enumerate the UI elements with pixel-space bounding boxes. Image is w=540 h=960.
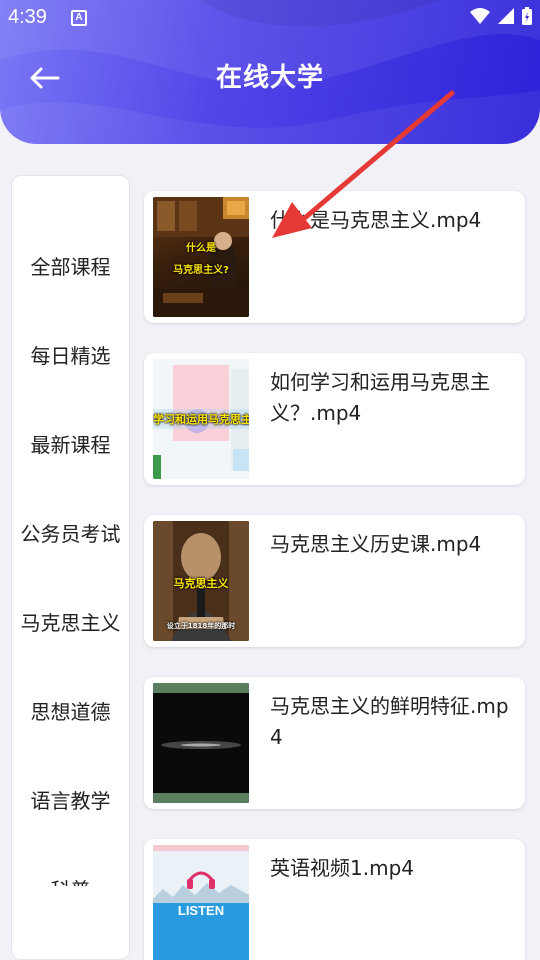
thumbnail-image [153, 683, 249, 803]
thumbnail-caption: 马克思主义? [173, 265, 229, 276]
video-card[interactable]: 什么是 马克思主义? 什么是马克思主义.mp4 [144, 191, 525, 323]
video-title: 马克思主义历史课.mp4 [270, 532, 482, 556]
video-card[interactable]: 马克思主义 设立于1818年的那时 马克思主义历史课.mp4 [144, 515, 525, 647]
video-thumbnail: 学习和运用马克思主 [153, 359, 249, 479]
thumbnail-image [153, 197, 249, 317]
sidebar-item-daily-picks[interactable]: 每日精选 [12, 336, 129, 376]
video-title: 如何学习和运用马克思主义？.mp4 [270, 370, 490, 425]
category-sidebar: 全部课程 每日精选 最新课程 公务员考试 马克思主义 思想道德 语言教学 科普 [11, 175, 130, 960]
thumbnail-caption: 学习和运用马克思主 [153, 413, 249, 426]
video-thumbnail: 马克思主义 设立于1818年的那时 [153, 521, 249, 641]
sidebar-item-ideology-morality[interactable]: 思想道德 [12, 692, 129, 732]
notification-icon: A [71, 10, 87, 26]
sidebar-item-civil-service-exam[interactable]: 公务员考试 [12, 514, 129, 554]
video-thumbnail: 什么是 马克思主义? [153, 197, 249, 317]
video-card[interactable]: 马克思主义的鲜明特征.mp4 [144, 677, 525, 809]
thumbnail-caption: 设立于1818年的那时 [166, 622, 236, 630]
sidebar-item-latest-courses[interactable]: 最新课程 [12, 425, 129, 465]
cellular-signal-icon [498, 8, 514, 24]
video-thumbnail: LISTEN [153, 845, 249, 960]
status-time: 4:39 [8, 6, 47, 28]
video-title: 马克思主义的鲜明特征.mp4 [270, 694, 509, 749]
status-bar: 4:39 A [0, 0, 540, 38]
app-header: 4:39 A 在线大学 [0, 0, 540, 144]
page-title: 在线大学 [215, 63, 324, 93]
thumbnail-caption: 马克思主义 [173, 577, 229, 590]
wifi-icon [470, 8, 490, 24]
video-card[interactable]: LISTEN 英语视频1.mp4 [144, 839, 525, 960]
video-title: 英语视频1.mp4 [270, 856, 414, 880]
video-card[interactable]: 学习和运用马克思主 如何学习和运用马克思主义？.mp4 [144, 353, 525, 485]
video-thumbnail [153, 683, 249, 803]
video-title: 什么是马克思主义.mp4 [270, 208, 482, 232]
thumbnail-caption: LISTEN [177, 903, 225, 918]
battery-icon [522, 7, 532, 25]
sidebar-item-marxism[interactable]: 马克思主义 [12, 603, 129, 643]
sidebar-item-all-courses[interactable]: 全部课程 [12, 247, 129, 287]
thumbnail-caption: 什么是 [186, 243, 216, 254]
sidebar-item-science[interactable]: 科普 [12, 870, 129, 886]
sidebar-item-language-teaching[interactable]: 语言教学 [12, 781, 129, 821]
